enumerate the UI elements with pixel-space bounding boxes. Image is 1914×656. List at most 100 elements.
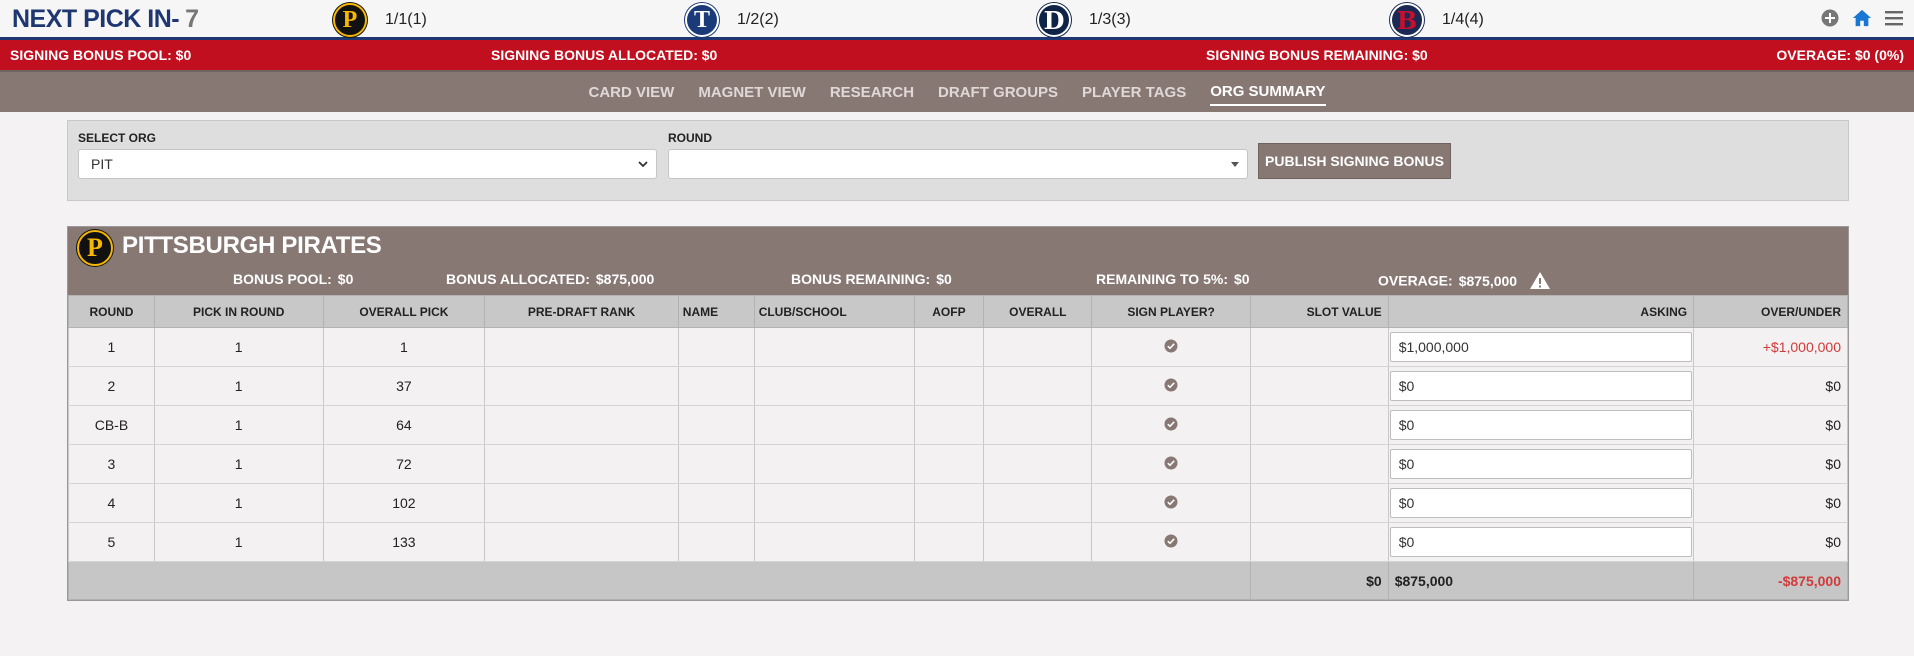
plus-circle-icon[interactable] xyxy=(1820,8,1840,28)
cell-pre-draft-rank xyxy=(484,444,679,484)
cell-club-school xyxy=(753,405,915,445)
col-slot-value[interactable]: SLOT VALUE xyxy=(1249,295,1389,328)
next-pick-count: 7 xyxy=(185,5,199,33)
caret-down-icon xyxy=(1231,157,1239,171)
home-icon[interactable] xyxy=(1852,8,1872,28)
col-pre-draft-rank[interactable]: PRE-DRAFT RANK xyxy=(484,295,679,328)
col-overall[interactable]: OVERALL xyxy=(983,295,1093,328)
pick-label: 1/2(2) xyxy=(737,11,779,28)
sign-check-icon[interactable] xyxy=(1164,534,1178,548)
cell-overall xyxy=(983,522,1093,562)
table-row: 4 1 102 $0 $0 xyxy=(68,483,1848,523)
table-row: CB-B 1 64 $0 $0 xyxy=(68,405,1848,445)
tab-player-tags[interactable]: PLAYER TAGS xyxy=(1082,80,1186,105)
cell-aofp xyxy=(913,444,985,484)
hamburger-menu-icon[interactable] xyxy=(1884,8,1904,28)
tab-org-summary[interactable]: ORG SUMMARY xyxy=(1210,79,1326,106)
cell-round: 3 xyxy=(68,444,155,484)
pick-label: 1/3(3) xyxy=(1089,11,1131,28)
col-club-school[interactable]: CLUB/SCHOOL xyxy=(753,295,915,328)
cell-aofp xyxy=(913,405,985,445)
cell-name xyxy=(677,522,755,562)
tab-card-view[interactable]: CARD VIEW xyxy=(589,80,675,105)
tab-magnet-view[interactable]: MAGNET VIEW xyxy=(698,80,806,105)
org-summary-panel: P PITTSBURGH PIRATES BONUS POOL: $0 BONUS… xyxy=(67,226,1849,601)
cell-pre-draft-rank xyxy=(484,405,679,445)
org-name: PITTSBURGH PIRATES xyxy=(122,232,382,259)
col-aofp[interactable]: AOFP xyxy=(913,295,985,328)
asking-input[interactable]: $0 xyxy=(1389,449,1693,479)
cell-aofp xyxy=(913,483,985,523)
total-slot-value: $0 xyxy=(1249,561,1389,600)
cell-overall-pick: 133 xyxy=(322,522,486,562)
red-sox-logo-icon: B xyxy=(1390,3,1424,37)
cell-sign-player xyxy=(1091,366,1251,406)
top-icons xyxy=(1820,8,1904,28)
asking-input[interactable]: $0 xyxy=(1389,488,1693,518)
cell-slot-value xyxy=(1249,405,1389,445)
upcoming-pick-3[interactable]: D 1/3(3) xyxy=(1037,2,1131,38)
table-header-row: ROUND PICK IN ROUND OVERALL PICK PRE-DRA… xyxy=(68,295,1848,328)
warning-icon xyxy=(1529,271,1551,293)
totals-row: $0 $875,000 -$875,000 xyxy=(68,561,1848,600)
signing-bonus-bar: SIGNING BONUS POOL: $0 SIGNING BONUS ALL… xyxy=(0,40,1914,70)
signing-bonus-remaining: SIGNING BONUS REMAINING: $0 xyxy=(1206,47,1428,63)
cell-sign-player xyxy=(1091,444,1251,484)
tab-draft-groups[interactable]: DRAFT GROUPS xyxy=(938,80,1058,105)
cell-round: 2 xyxy=(68,366,155,406)
cell-pre-draft-rank xyxy=(484,483,679,523)
asking-input[interactable]: $0 xyxy=(1389,371,1693,401)
asking-input[interactable]: $0 xyxy=(1389,527,1693,557)
summary-value: $875,000 xyxy=(1458,272,1518,289)
sign-check-icon[interactable] xyxy=(1164,417,1178,431)
sign-check-icon[interactable] xyxy=(1164,456,1178,470)
table-row: 5 1 133 $0 $0 xyxy=(68,522,1848,562)
publish-signing-bonus-button[interactable]: PUBLISH SIGNING BONUS xyxy=(1258,143,1451,179)
cell-pick-in-round: 1 xyxy=(153,444,324,484)
col-name[interactable]: NAME xyxy=(677,295,755,328)
cell-club-school xyxy=(753,483,915,523)
asking-input[interactable]: $0 xyxy=(1389,410,1693,440)
col-pick-in-round[interactable]: PICK IN ROUND xyxy=(153,295,324,328)
cell-overall xyxy=(983,483,1093,523)
col-overall-pick[interactable]: OVERALL PICK xyxy=(322,295,486,328)
cell-overall-pick: 1 xyxy=(322,327,486,367)
cell-name xyxy=(677,327,755,367)
cell-sign-player xyxy=(1091,405,1251,445)
col-sign-player[interactable]: SIGN PLAYER? xyxy=(1091,295,1251,328)
cell-slot-value xyxy=(1249,366,1389,406)
cell-pre-draft-rank xyxy=(484,366,679,406)
col-over-under[interactable]: OVER/UNDER xyxy=(1693,295,1848,328)
cell-club-school xyxy=(753,444,915,484)
select-org-dropdown[interactable]: PIT xyxy=(78,149,657,179)
cell-asking: $1,000,000 xyxy=(1387,327,1695,367)
cell-aofp xyxy=(913,366,985,406)
cell-over-under: +$1,000,000 xyxy=(1693,327,1848,367)
cell-round: CB-B xyxy=(68,405,155,445)
summary-label: BONUS POOL: xyxy=(233,271,332,287)
sign-check-icon[interactable] xyxy=(1164,495,1178,509)
tab-research[interactable]: RESEARCH xyxy=(830,80,914,105)
round-dropdown[interactable] xyxy=(668,149,1248,179)
summary-bonus-pool: BONUS POOL: $0 xyxy=(233,271,353,287)
summary-label: REMAINING TO 5%: xyxy=(1096,271,1228,287)
next-pick-label: NEXT PICK IN- xyxy=(12,5,180,33)
cell-overall-pick: 102 xyxy=(322,483,486,523)
cell-over-under: $0 xyxy=(1693,444,1848,484)
org-summary-table: ROUND PICK IN ROUND OVERALL PICK PRE-DRA… xyxy=(68,295,1848,600)
upcoming-pick-2[interactable]: T 1/2(2) xyxy=(685,2,779,38)
cell-overall-pick: 72 xyxy=(322,444,486,484)
sign-check-icon[interactable] xyxy=(1164,339,1178,353)
cell-sign-player xyxy=(1091,483,1251,523)
select-org-value: PIT xyxy=(91,156,113,172)
summary-bonus-allocated: BONUS ALLOCATED: $875,000 xyxy=(446,271,654,287)
sign-check-icon[interactable] xyxy=(1164,378,1178,392)
cell-slot-value xyxy=(1249,522,1389,562)
col-asking[interactable]: ASKING xyxy=(1387,295,1695,328)
table-row: 1 1 1 $1,000,000 +$1,000,000 xyxy=(68,327,1848,367)
asking-input[interactable]: $1,000,000 xyxy=(1389,332,1693,362)
upcoming-pick-4[interactable]: B 1/4(4) xyxy=(1390,2,1484,38)
col-round[interactable]: ROUND xyxy=(68,295,155,328)
total-asking: $875,000 xyxy=(1387,561,1695,600)
upcoming-pick-1[interactable]: P 1/1(1) xyxy=(333,2,427,38)
